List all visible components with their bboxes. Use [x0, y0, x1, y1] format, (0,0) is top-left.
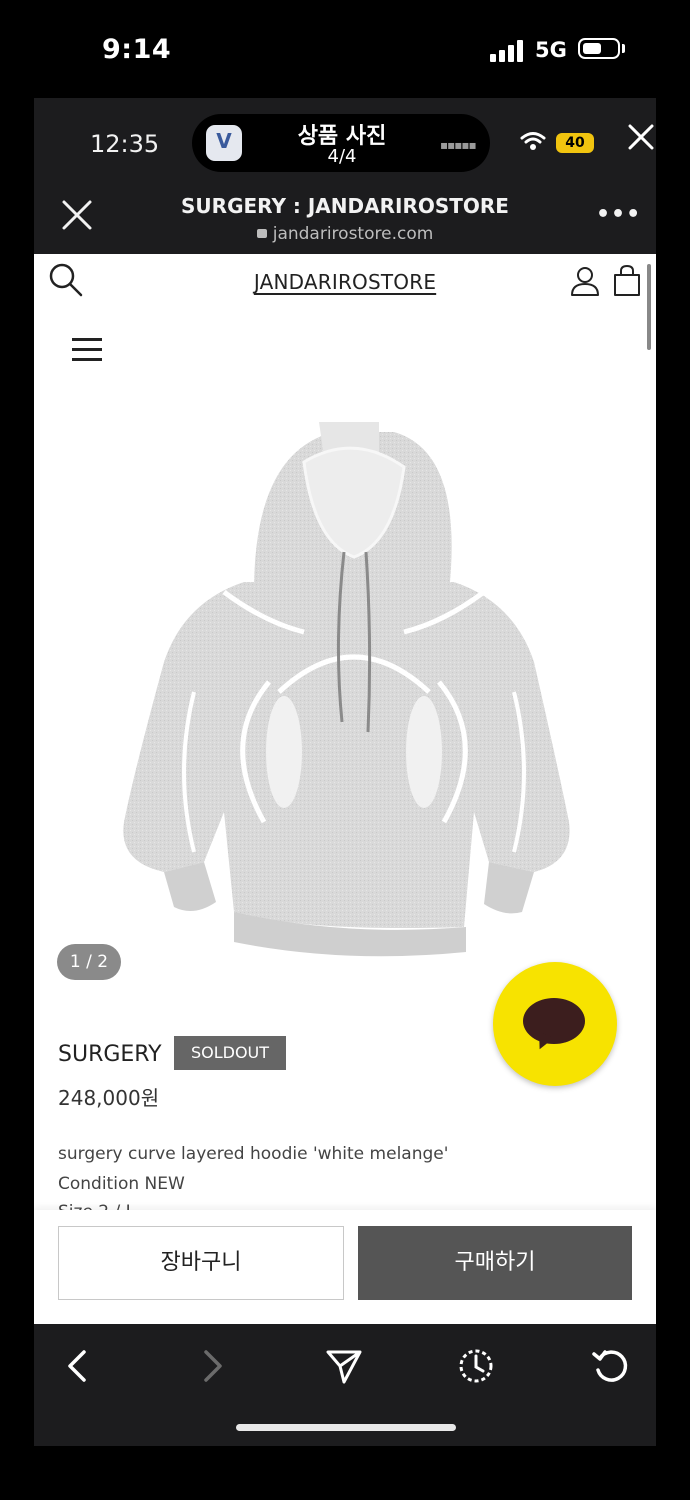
back-icon[interactable]: [58, 1346, 98, 1386]
web-content: JANDARIROSTORE 1 / 2 SURGERY SOLDOUT 248…: [34, 254, 656, 1324]
waveform-icon: ▪▪▪▪▪: [440, 138, 477, 152]
device-time: 9:14: [102, 34, 172, 65]
battery-level: 40: [556, 133, 594, 153]
pill-counter: 4/4: [327, 146, 357, 167]
share-icon[interactable]: [324, 1346, 364, 1386]
buy-now-button[interactable]: 구매하기: [358, 1226, 632, 1300]
network-type: 5G: [535, 38, 567, 62]
soldout-badge: SOLDOUT: [174, 1036, 286, 1070]
wifi-icon: [520, 132, 546, 150]
more-icon[interactable]: •••: [596, 202, 641, 227]
kakao-chat-button[interactable]: [493, 962, 617, 1086]
browser-toolbar: [34, 1324, 656, 1446]
dynamic-island[interactable]: V 상품 사진 4/4 ▪▪▪▪▪: [192, 114, 490, 172]
product-description: surgery curve layered hoodie 'white mela…: [58, 1144, 449, 1164]
forward-icon[interactable]: [192, 1346, 232, 1386]
product-image[interactable]: [104, 392, 604, 984]
close-icon[interactable]: [624, 120, 656, 154]
kakao-chat-icon: [523, 998, 585, 1044]
history-icon[interactable]: [456, 1346, 496, 1386]
add-to-cart-button[interactable]: 장바구니: [58, 1226, 344, 1300]
battery-icon: [578, 38, 620, 59]
product-name: SURGERY: [58, 1042, 162, 1067]
bag-icon[interactable]: [612, 264, 642, 296]
lock-icon: [256, 229, 267, 238]
image-counter: 1 / 2: [57, 944, 121, 980]
url-text: jandarirostore.com: [272, 224, 434, 244]
menu-icon[interactable]: [72, 338, 102, 362]
inner-time: 12:35: [90, 130, 160, 158]
user-icon[interactable]: [570, 266, 600, 296]
device-status-bar: 9:14 5G: [0, 0, 690, 98]
product-condition: Condition NEW: [58, 1174, 185, 1194]
refresh-icon[interactable]: [590, 1346, 630, 1386]
site-logo[interactable]: JANDARIROSTORE: [34, 270, 656, 294]
signal-icon: [490, 40, 524, 62]
screenshot-frame: 12:35 V 상품 사진 4/4 ▪▪▪▪▪ 40 SURGERY : JAN…: [34, 98, 656, 1446]
inner-status-bar: 12:35 V 상품 사진 4/4 ▪▪▪▪▪ 40: [34, 98, 656, 186]
purchase-bar: 장바구니 구매하기: [34, 1210, 656, 1324]
product-price: 248,000원: [58, 1086, 160, 1110]
app-icon: V: [206, 125, 242, 161]
url-display[interactable]: jandarirostore.com: [34, 224, 656, 244]
page-title: SURGERY : JANDARIROSTORE: [181, 194, 509, 218]
home-indicator[interactable]: [236, 1424, 456, 1431]
